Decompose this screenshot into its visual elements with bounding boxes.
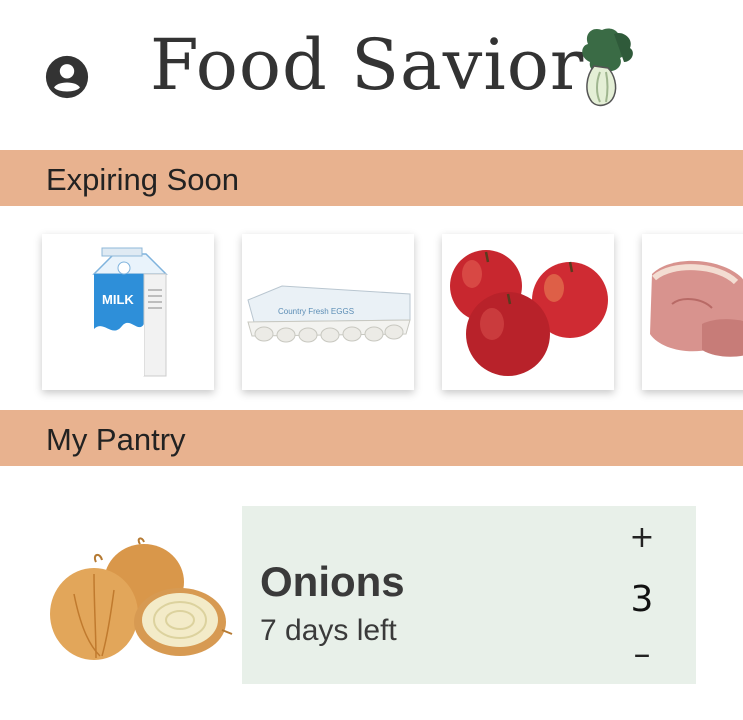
item-name: Onions <box>260 558 405 605</box>
egg-carton-image: Country Fresh EGGS <box>242 234 414 390</box>
app-header: Food Savior <box>0 0 743 150</box>
expiring-carousel[interactable]: MILK Country Fresh EGGS <box>0 206 743 410</box>
app-root: Food Savior Expiring Soon MILK Country F… <box>0 0 743 720</box>
svg-text:Country Fresh EGGS: Country Fresh EGGS <box>278 307 354 316</box>
pork-chops-image <box>642 234 743 390</box>
my-pantry-label: My Pantry <box>46 422 186 457</box>
onions-image <box>44 534 234 664</box>
bok-choy-logo-icon <box>574 22 644 110</box>
increment-button[interactable]: + <box>622 520 662 556</box>
expiring-soon-label: Expiring Soon <box>46 162 240 197</box>
expiring-soon-header: Expiring Soon <box>0 150 743 206</box>
pantry-item-onions[interactable]: Onions 7 days left + 3 – <box>0 466 743 720</box>
item-days-left: 7 days left <box>260 614 397 647</box>
my-pantry-header: My Pantry <box>0 410 743 466</box>
expiring-item-eggs[interactable]: Country Fresh EGGS <box>242 234 414 390</box>
quantity-value: 3 <box>630 579 654 620</box>
milk-carton-image: MILK <box>42 234 214 390</box>
quantity-stepper[interactable]: + 3 – <box>622 520 662 672</box>
apples-image <box>442 234 614 390</box>
expiring-item-milk[interactable]: MILK <box>42 234 214 390</box>
expiring-item-pork[interactable] <box>642 234 743 390</box>
pantry-item-card[interactable]: Onions 7 days left + 3 – <box>242 506 696 684</box>
expiring-item-apples[interactable] <box>442 234 614 390</box>
app-title: Food Savior <box>150 24 585 106</box>
decrement-button[interactable]: – <box>622 636 662 672</box>
account-circle-icon[interactable] <box>44 54 90 100</box>
svg-text:MILK: MILK <box>102 292 134 307</box>
